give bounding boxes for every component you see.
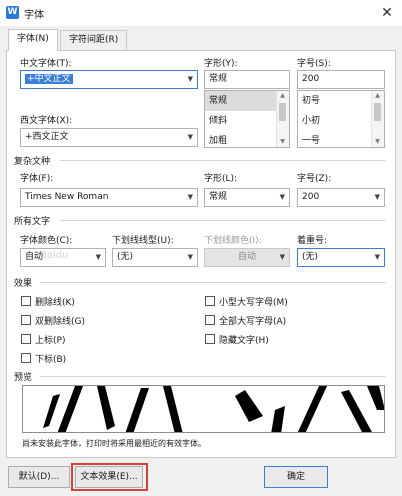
complex-style-value: 常规 — [209, 192, 228, 202]
western-font-label: 西文字体(X): — [20, 116, 73, 126]
underline-color-combo: 自动 ▼ — [204, 248, 290, 267]
preview-section-title: 预览 — [14, 373, 33, 383]
chinese-font-combo[interactable]: +中文正文 ▼ — [20, 70, 198, 89]
section-divider — [60, 160, 386, 161]
strikethrough-label[interactable]: 删除线(K) — [35, 295, 75, 308]
style-label: 字形(Y): — [204, 59, 238, 69]
strikethrough-checkbox[interactable] — [21, 296, 31, 306]
chevron-down-icon: ▼ — [374, 193, 380, 201]
size-input[interactable]: 200 — [297, 70, 385, 89]
superscript-checkbox[interactable] — [21, 334, 31, 344]
text-effects-button[interactable]: 文本效果(E)... — [75, 466, 143, 488]
emphasis-combo[interactable]: (无) ▼ — [297, 248, 385, 267]
wps-app-icon: W — [6, 6, 19, 19]
section-divider — [40, 282, 386, 283]
font-color-label: 字体颜色(C): — [20, 236, 73, 246]
chevron-down-icon: ▼ — [279, 253, 285, 261]
preview-glyphs-image — [43, 386, 384, 432]
superscript-label[interactable]: 上标(P) — [35, 333, 65, 346]
style-scrollbar[interactable]: ▲ ▼ — [276, 91, 289, 147]
complex-font-combo[interactable]: Times New Roman ▼ — [20, 188, 198, 207]
complex-size-label: 字号(Z): — [297, 174, 332, 184]
complex-font-value: Times New Roman — [25, 192, 109, 202]
scroll-up-icon[interactable]: ▲ — [372, 91, 383, 101]
complex-style-label: 字形(L): — [204, 174, 238, 184]
chevron-down-icon: ▼ — [95, 253, 101, 261]
title-bar: W 字体 ✕ — [0, 0, 402, 26]
chinese-font-value: +中文正文 — [25, 74, 73, 84]
size-listbox[interactable]: 初号 小初 一号 ▲ ▼ — [297, 90, 385, 148]
complex-size-combo[interactable]: 200 ▼ — [297, 188, 385, 207]
scroll-down-icon[interactable]: ▼ — [277, 137, 288, 147]
all-caps-checkbox[interactable] — [205, 315, 215, 325]
complex-font-label: 字体(F): — [20, 174, 54, 184]
effects-section-title: 效果 — [14, 279, 33, 289]
chinese-font-label: 中文字体(T): — [20, 59, 72, 69]
chevron-down-icon: ▼ — [374, 253, 380, 261]
chevron-down-icon: ▼ — [187, 75, 193, 83]
style-listbox[interactable]: 常规 倾斜 加粗 ▲ ▼ — [204, 90, 290, 148]
section-divider — [40, 376, 386, 377]
scroll-thumb[interactable] — [374, 103, 381, 121]
close-button[interactable]: ✕ — [378, 4, 396, 22]
small-caps-label[interactable]: 小型大写字母(M) — [219, 295, 288, 308]
double-strikethrough-checkbox[interactable] — [21, 315, 31, 325]
complex-size-value: 200 — [302, 192, 320, 202]
tab-font[interactable]: 字体(N) — [8, 29, 58, 51]
complex-style-combo[interactable]: 常规 ▼ — [204, 188, 290, 207]
western-font-value: +西文正文 — [25, 132, 69, 142]
size-scrollbar[interactable]: ▲ ▼ — [371, 91, 384, 147]
all-text-section-title: 所有文字 — [14, 217, 51, 227]
chevron-down-icon: ▼ — [187, 253, 193, 261]
scroll-down-icon[interactable]: ▼ — [372, 137, 383, 147]
double-strikethrough-label[interactable]: 双删除线(G) — [35, 314, 85, 327]
western-font-combo[interactable]: +西文正文 ▼ — [20, 128, 198, 147]
underline-color-value: 自动 — [237, 252, 256, 262]
section-divider — [60, 220, 386, 221]
preview-note: 尚未安装此字体，打印时将采用最相近的有效字体。 — [22, 439, 206, 448]
hidden-text-label[interactable]: 隐藏文字(H) — [219, 333, 269, 346]
subscript-checkbox[interactable] — [21, 353, 31, 363]
size-label: 字号(S): — [297, 59, 331, 69]
emphasis-label: 着重号: — [297, 236, 328, 246]
preview-box — [22, 385, 385, 433]
ok-button[interactable]: 确定 — [264, 466, 328, 488]
emphasis-value: (无) — [302, 252, 319, 262]
small-caps-checkbox[interactable] — [205, 296, 215, 306]
chevron-down-icon: ▼ — [187, 193, 193, 201]
scroll-up-icon[interactable]: ▲ — [277, 91, 288, 101]
hidden-text-checkbox[interactable] — [205, 334, 215, 344]
scroll-thumb[interactable] — [279, 103, 286, 121]
underline-color-label: 下划线颜色(I): — [204, 236, 262, 246]
dialog-title: 字体 — [24, 10, 44, 21]
default-button[interactable]: 默认(D)... — [8, 466, 70, 488]
watermark-text: Baidu — [40, 250, 69, 261]
underline-style-combo[interactable]: (无) ▼ — [112, 248, 198, 267]
chevron-down-icon: ▼ — [187, 133, 193, 141]
all-caps-label[interactable]: 全部大写字母(A) — [219, 314, 286, 327]
style-input[interactable]: 常规 — [204, 70, 290, 89]
chevron-down-icon: ▼ — [279, 193, 285, 201]
tab-char-spacing[interactable]: 字符间距(R) — [60, 30, 128, 50]
underline-style-label: 下划线线型(U): — [112, 236, 174, 246]
subscript-label[interactable]: 下标(B) — [35, 352, 66, 365]
underline-style-value: (无) — [117, 252, 134, 262]
complex-section-title: 复杂文种 — [14, 157, 51, 167]
